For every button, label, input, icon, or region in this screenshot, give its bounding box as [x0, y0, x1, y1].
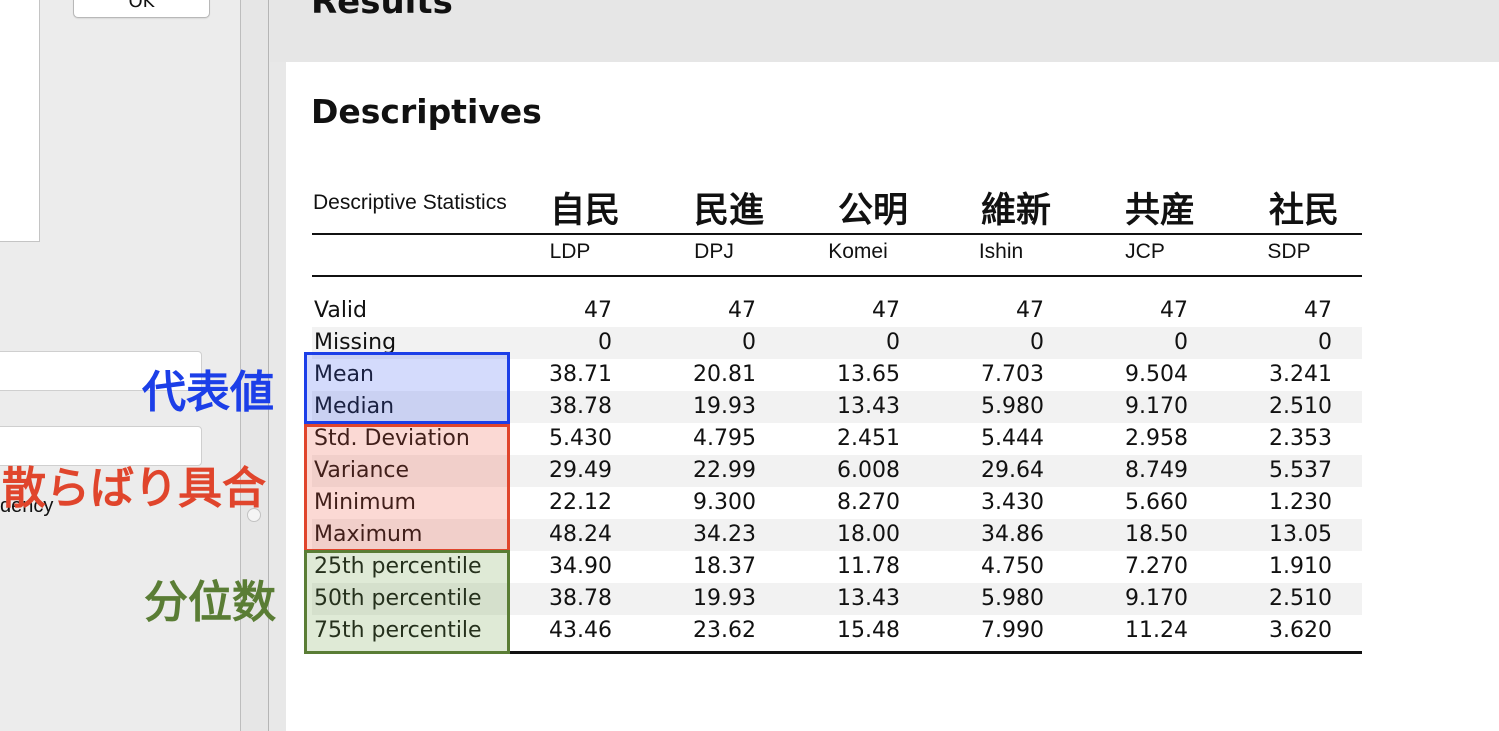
table-cell: 0 — [598, 330, 612, 355]
table-cell: 48.24 — [549, 522, 612, 547]
table-cell: 38.71 — [549, 362, 612, 387]
table-cell: 5.537 — [1269, 458, 1332, 483]
table-cell: 13.05 — [1269, 522, 1332, 547]
table-cell: 2.353 — [1269, 426, 1332, 451]
column-header: Komei — [828, 240, 888, 263]
table-cell: 18.37 — [693, 554, 756, 579]
table-cell: 2.958 — [1125, 426, 1188, 451]
table-cell: 9.170 — [1125, 586, 1188, 611]
quantiles-highlight — [304, 550, 510, 654]
dispersion-highlight — [304, 424, 510, 552]
dispersion-annotation: 散らばり具合 — [2, 463, 266, 514]
table-cell: 0 — [1174, 330, 1188, 355]
table-cell: 47 — [1016, 298, 1044, 323]
table-cell: 3.430 — [981, 490, 1044, 515]
table-header-rule — [312, 275, 1362, 277]
table-cell: 22.12 — [549, 490, 612, 515]
table-top-rule — [312, 233, 1362, 235]
table-cell: 34.23 — [693, 522, 756, 547]
table-cell: 4.795 — [693, 426, 756, 451]
table-cell: 4.750 — [981, 554, 1044, 579]
table-cell: 11.24 — [1125, 618, 1188, 643]
table-cell: 2.510 — [1269, 586, 1332, 611]
table-cell: 6.008 — [837, 458, 900, 483]
table-cell: 7.703 — [981, 362, 1044, 387]
table-cell: 29.64 — [981, 458, 1044, 483]
table-cell: 38.78 — [549, 394, 612, 419]
party-label-ja: 自民 — [549, 191, 620, 231]
table-cell: 5.430 — [549, 426, 612, 451]
table-cell: 5.980 — [981, 586, 1044, 611]
table-cell: 3.620 — [1269, 618, 1332, 643]
table-cell: 19.93 — [693, 586, 756, 611]
table-cell: 0 — [742, 330, 756, 355]
row-label: Valid — [314, 298, 368, 323]
party-label-ja: 社民 — [1268, 191, 1339, 231]
variables-list-box[interactable] — [0, 0, 40, 242]
table-cell: 7.990 — [981, 618, 1044, 643]
table-cell: 20.81 — [693, 362, 756, 387]
column-header: JCP — [1125, 240, 1165, 263]
party-label-ja: 民進 — [693, 191, 764, 231]
column-header: Ishin — [978, 240, 1024, 263]
table-cell: 23.62 — [693, 618, 756, 643]
table-cell: 0 — [1030, 330, 1044, 355]
party-label-ja: 維新 — [980, 191, 1051, 231]
table-cell: 5.444 — [981, 426, 1044, 451]
table-row: Valid 47 47 47 47 47 47 — [312, 295, 1362, 327]
ok-button[interactable]: OK — [73, 0, 210, 18]
table-cell: 0 — [1318, 330, 1332, 355]
table-cell: 3.241 — [1269, 362, 1332, 387]
table-cell: 2.451 — [837, 426, 900, 451]
table-cell: 9.504 — [1125, 362, 1188, 387]
table-cell: 47 — [1160, 298, 1188, 323]
table-cell: 9.300 — [693, 490, 756, 515]
table-cell: 11.78 — [837, 554, 900, 579]
table-cell: 8.749 — [1125, 458, 1188, 483]
table-cell: 15.48 — [837, 618, 900, 643]
table-cell: 18.50 — [1125, 522, 1188, 547]
table-cell: 18.00 — [837, 522, 900, 547]
results-title: Results — [311, 0, 453, 22]
table-cell: 7.270 — [1125, 554, 1188, 579]
table-cell: 38.78 — [549, 586, 612, 611]
central-tendency-annotation: 代表値 — [142, 367, 274, 418]
table-cell: 47 — [872, 298, 900, 323]
table-cell: 1.230 — [1269, 490, 1332, 515]
quantiles-annotation: 分位数 — [144, 577, 276, 628]
table-cell: 13.43 — [837, 586, 900, 611]
table-cell: 5.980 — [981, 394, 1044, 419]
table-cell: 8.270 — [837, 490, 900, 515]
table-cell: 0 — [886, 330, 900, 355]
results-header — [270, 0, 1499, 62]
table-cell: 5.660 — [1125, 490, 1188, 515]
column-header: LDP — [549, 240, 591, 263]
table-cell: 9.170 — [1125, 394, 1188, 419]
central-tendency-highlight — [304, 352, 510, 424]
table-cell: 43.46 — [549, 618, 612, 643]
column-header: SDP — [1267, 240, 1311, 263]
table-cell: 13.43 — [837, 394, 900, 419]
table-cell: 34.90 — [549, 554, 612, 579]
table-cell: 22.99 — [693, 458, 756, 483]
column-header: DPJ — [694, 240, 734, 263]
party-label-ja: 共産 — [1124, 191, 1195, 231]
table-cell: 13.65 — [837, 362, 900, 387]
table-cell: 29.49 — [549, 458, 612, 483]
table-cell: 47 — [584, 298, 612, 323]
table-cell: 34.86 — [981, 522, 1044, 547]
table-cell: 47 — [1304, 298, 1332, 323]
table-cell: 19.93 — [693, 394, 756, 419]
party-label-ja: 公明 — [837, 191, 908, 231]
table-cell: 47 — [728, 298, 756, 323]
table-caption: Descriptive Statistics — [313, 191, 507, 214]
analysis-title: Descriptives — [311, 92, 542, 131]
table-cell: 1.910 — [1269, 554, 1332, 579]
table-cell: 2.510 — [1269, 394, 1332, 419]
